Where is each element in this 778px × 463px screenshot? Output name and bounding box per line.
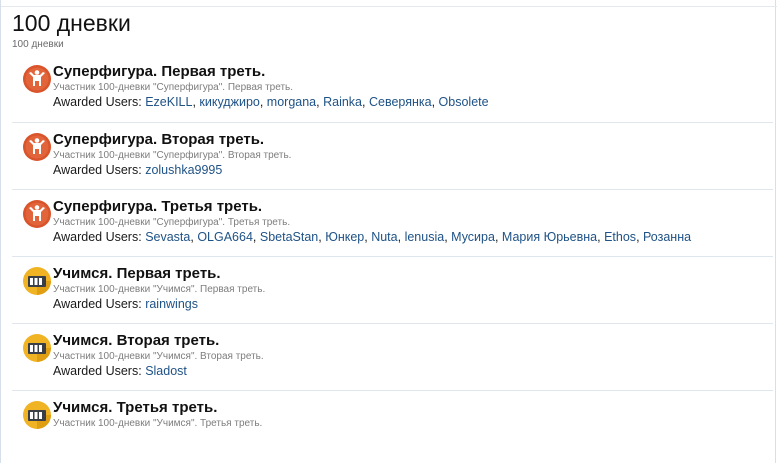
user-link[interactable]: zolushka9995 [145, 163, 222, 177]
user-link[interactable]: lenusia [405, 230, 445, 244]
user-separator: , [362, 95, 369, 109]
user-separator: , [494, 230, 502, 244]
user-link[interactable]: кикуджиро [199, 95, 259, 109]
user-link[interactable]: SbetaStan [260, 230, 318, 244]
awarded-users-label: Awarded Users: [53, 95, 142, 109]
award-title[interactable]: Суперфигура. Вторая треть. [53, 131, 264, 149]
award-description: Участник 100-дневки "Учимся". Третья тре… [53, 418, 263, 429]
awarded-users-label: Awarded Users: [53, 230, 142, 244]
award-description: Участник 100-дневки "Суперфигура". Перва… [53, 82, 294, 93]
user-separator: , [259, 95, 267, 109]
user-link[interactable]: rainwings [145, 297, 198, 311]
award-title[interactable]: Учимся. Третья треть. [53, 399, 217, 417]
awarded-users: Awarded Users: Sladost [53, 363, 187, 379]
award-title[interactable]: Суперфигура. Первая треть. [53, 63, 265, 81]
award-row: Суперфигура. Вторая треть. Участник 100-… [12, 122, 773, 189]
user-link[interactable]: OLGA664 [197, 230, 253, 244]
awarded-users-label: Awarded Users: [53, 364, 142, 378]
figure-badge-icon [22, 199, 52, 229]
user-link[interactable]: Мусира [451, 230, 495, 244]
award-row: Суперфигура. Третья треть. Участник 100-… [12, 189, 773, 256]
user-link[interactable]: Rainka [323, 95, 362, 109]
user-link[interactable]: Obsolete [439, 95, 489, 109]
awarded-users-label: Awarded Users: [53, 297, 142, 311]
awarded-users: Awarded Users: zolushka9995 [53, 162, 222, 178]
award-description: Участник 100-дневки "Суперфигура". Треть… [53, 217, 291, 228]
award-row: Суперфигура. Первая треть. Участник 100-… [12, 55, 773, 122]
award-description: Участник 100-дневки "Учимся". Первая тре… [53, 284, 266, 295]
award-description: Участник 100-дневки "Учимся". Вторая тре… [53, 351, 264, 362]
award-row: Учимся. Третья треть. Участник 100-дневк… [12, 390, 773, 457]
page-frame: 100 дневки 100 дневки Суперфигура. Перва… [0, 0, 777, 463]
award-list: Суперфигура. Первая треть. Участник 100-… [12, 55, 773, 457]
award-title[interactable]: Учимся. Первая треть. [53, 265, 221, 283]
awarded-users: Awarded Users: EzeKILL, кикуджиро, morga… [53, 94, 489, 110]
user-link[interactable]: Nuta [371, 230, 397, 244]
study-badge-icon [22, 333, 52, 363]
study-badge-icon [22, 400, 52, 430]
user-link[interactable]: Sevasta [145, 230, 190, 244]
user-separator: , [252, 230, 260, 244]
user-list: Sevasta, OLGA664, SbetaStan, Юнкер, Nuta… [145, 230, 691, 244]
user-separator: , [431, 95, 439, 109]
awarded-users: Awarded Users: rainwings [53, 296, 198, 312]
user-link[interactable]: morgana [267, 95, 316, 109]
awarded-users: Awarded Users: Sevasta, OLGA664, SbetaSt… [53, 229, 691, 245]
top-divider [1, 6, 777, 7]
award-title[interactable]: Учимся. Вторая треть. [53, 332, 219, 350]
figure-badge-icon [22, 64, 52, 94]
award-row: Учимся. Вторая треть. Участник 100-дневк… [12, 323, 773, 390]
user-list: zolushka9995 [145, 163, 222, 177]
user-link[interactable]: Северянка [369, 95, 432, 109]
page-title: 100 дневки [12, 10, 131, 36]
user-separator: , [636, 230, 644, 244]
user-link[interactable]: Мария Юрьевна [502, 230, 597, 244]
user-link[interactable]: Ethos [604, 230, 636, 244]
page-subtitle: 100 дневки [12, 39, 64, 50]
study-badge-icon [22, 266, 52, 296]
user-list: EzeKILL, кикуджиро, morgana, Rainka, Сев… [145, 95, 488, 109]
award-description: Участник 100-дневки "Суперфигура". Втора… [53, 150, 292, 161]
user-list: rainwings [145, 297, 198, 311]
user-separator: , [397, 230, 405, 244]
award-row: Учимся. Первая треть. Участник 100-дневк… [12, 256, 773, 323]
figure-badge-icon [22, 132, 52, 162]
user-link[interactable]: Sladost [145, 364, 187, 378]
user-list: Sladost [145, 364, 187, 378]
award-title[interactable]: Суперфигура. Третья треть. [53, 198, 262, 216]
user-link[interactable]: Юнкер [325, 230, 364, 244]
awarded-users-label: Awarded Users: [53, 163, 142, 177]
user-link[interactable]: Розанна [643, 230, 691, 244]
user-link[interactable]: EzeKILL [145, 95, 192, 109]
